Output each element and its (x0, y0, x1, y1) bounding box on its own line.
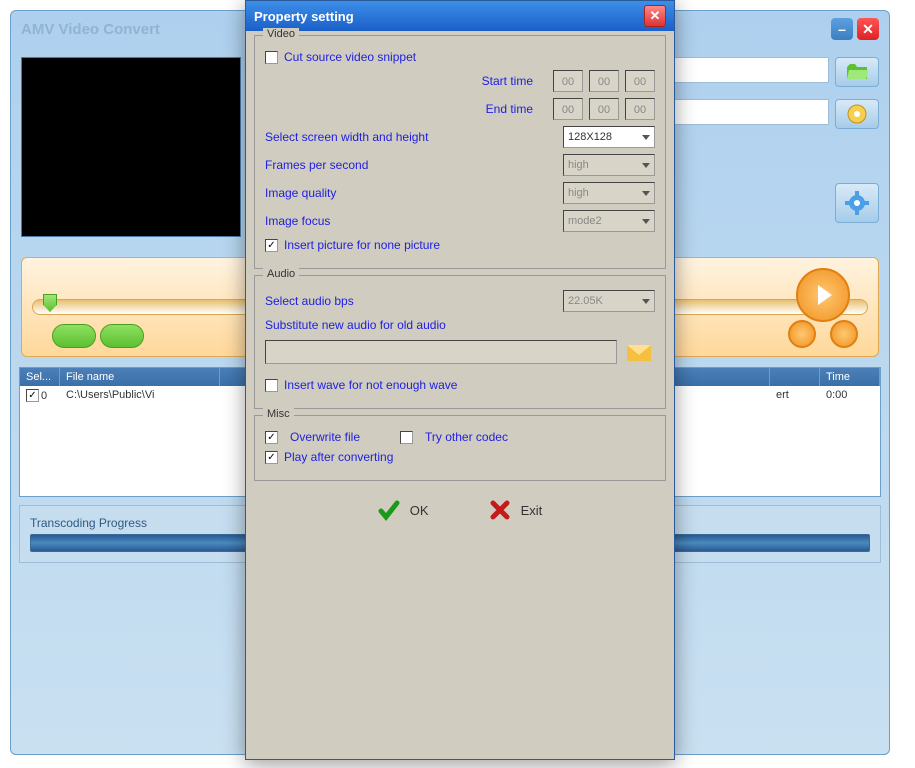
col-time[interactable]: Time (820, 368, 880, 386)
screen-size-combo[interactable]: 128X128 (563, 126, 655, 148)
modal-close-button[interactable]: ✕ (644, 5, 666, 27)
check-icon (378, 499, 400, 521)
misc-group: Misc Overwrite file Try other codec Play… (254, 415, 666, 481)
focus-label: Image focus (265, 214, 563, 228)
overwrite-checkbox[interactable] (265, 431, 278, 444)
exit-button[interactable]: Exit (489, 499, 543, 521)
end-ss-input[interactable]: 00 (625, 98, 655, 120)
row-checkbox[interactable] (26, 389, 39, 402)
insert-picture-label: Insert picture for none picture (284, 238, 655, 252)
substitute-audio-input[interactable] (265, 340, 617, 364)
fps-label: Frames per second (265, 158, 563, 172)
focus-combo[interactable]: mode2 (563, 210, 655, 232)
audio-group-title: Audio (263, 268, 299, 280)
quality-combo[interactable]: high (563, 182, 655, 204)
start-ss-input[interactable]: 00 (625, 70, 655, 92)
stop-button[interactable] (788, 320, 816, 348)
play-after-label: Play after converting (284, 450, 655, 464)
property-setting-dialog: Property setting ✕ Video Cut source vide… (245, 0, 675, 760)
mark-in-button[interactable] (52, 324, 96, 348)
start-hh-input[interactable]: 00 (553, 70, 583, 92)
audio-bps-combo[interactable]: 22.05K (563, 290, 655, 312)
overwrite-label: Overwrite file (290, 430, 360, 444)
ok-button[interactable]: OK (378, 499, 429, 521)
minimize-button[interactable]: – (831, 18, 853, 40)
play-button[interactable] (796, 268, 850, 322)
row-sel: 0 (41, 390, 47, 402)
browse-audio-button[interactable] (623, 338, 655, 366)
screen-size-label: Select screen width and height (265, 130, 563, 144)
row-time: 0:00 (820, 386, 880, 405)
audio-group: Audio Select audio bps 22.05K Substitute… (254, 275, 666, 409)
modal-titlebar: Property setting ✕ (246, 1, 674, 31)
insert-wave-label: Insert wave for not enough wave (284, 378, 655, 392)
row-status: ert (770, 386, 820, 405)
video-group-title: Video (263, 28, 299, 40)
insert-wave-checkbox[interactable] (265, 379, 278, 392)
substitute-audio-label: Substitute new audio for old audio (265, 318, 655, 332)
mark-out-button[interactable] (100, 324, 144, 348)
col-status (770, 368, 820, 386)
audio-bps-label: Select audio bps (265, 294, 563, 308)
open-file-button[interactable] (835, 57, 879, 87)
end-time-label: End time (265, 102, 553, 116)
misc-group-title: Misc (263, 408, 294, 420)
col-filename[interactable]: File name (60, 368, 220, 386)
cut-source-label: Cut source video snippet (284, 50, 655, 64)
video-preview (21, 57, 241, 237)
gear-icon (845, 191, 869, 215)
try-codec-label: Try other codec (425, 430, 508, 444)
insert-picture-checkbox[interactable] (265, 239, 278, 252)
video-group: Video Cut source video snippet Start tim… (254, 35, 666, 269)
open-dest-button[interactable] (835, 99, 879, 129)
row-filename: C:\Users\Public\Vi (60, 386, 220, 405)
close-button[interactable]: ✕ (857, 18, 879, 40)
disc-icon (847, 104, 867, 124)
col-select[interactable]: Sel... (20, 368, 60, 386)
folder-icon (846, 63, 868, 81)
play-after-checkbox[interactable] (265, 451, 278, 464)
settings-button[interactable] (835, 183, 879, 223)
slider-thumb[interactable] (43, 294, 57, 312)
end-mm-input[interactable]: 00 (589, 98, 619, 120)
pause-button[interactable] (830, 320, 858, 348)
quality-label: Image quality (265, 186, 563, 200)
start-time-label: Start time (265, 74, 553, 88)
main-title: AMV Video Convert (21, 21, 160, 38)
modal-title: Property setting (254, 9, 354, 24)
try-codec-checkbox[interactable] (400, 431, 413, 444)
start-mm-input[interactable]: 00 (589, 70, 619, 92)
fps-combo[interactable]: high (563, 154, 655, 176)
cut-source-checkbox[interactable] (265, 51, 278, 64)
x-icon (489, 499, 511, 521)
envelope-icon (625, 341, 653, 363)
end-hh-input[interactable]: 00 (553, 98, 583, 120)
